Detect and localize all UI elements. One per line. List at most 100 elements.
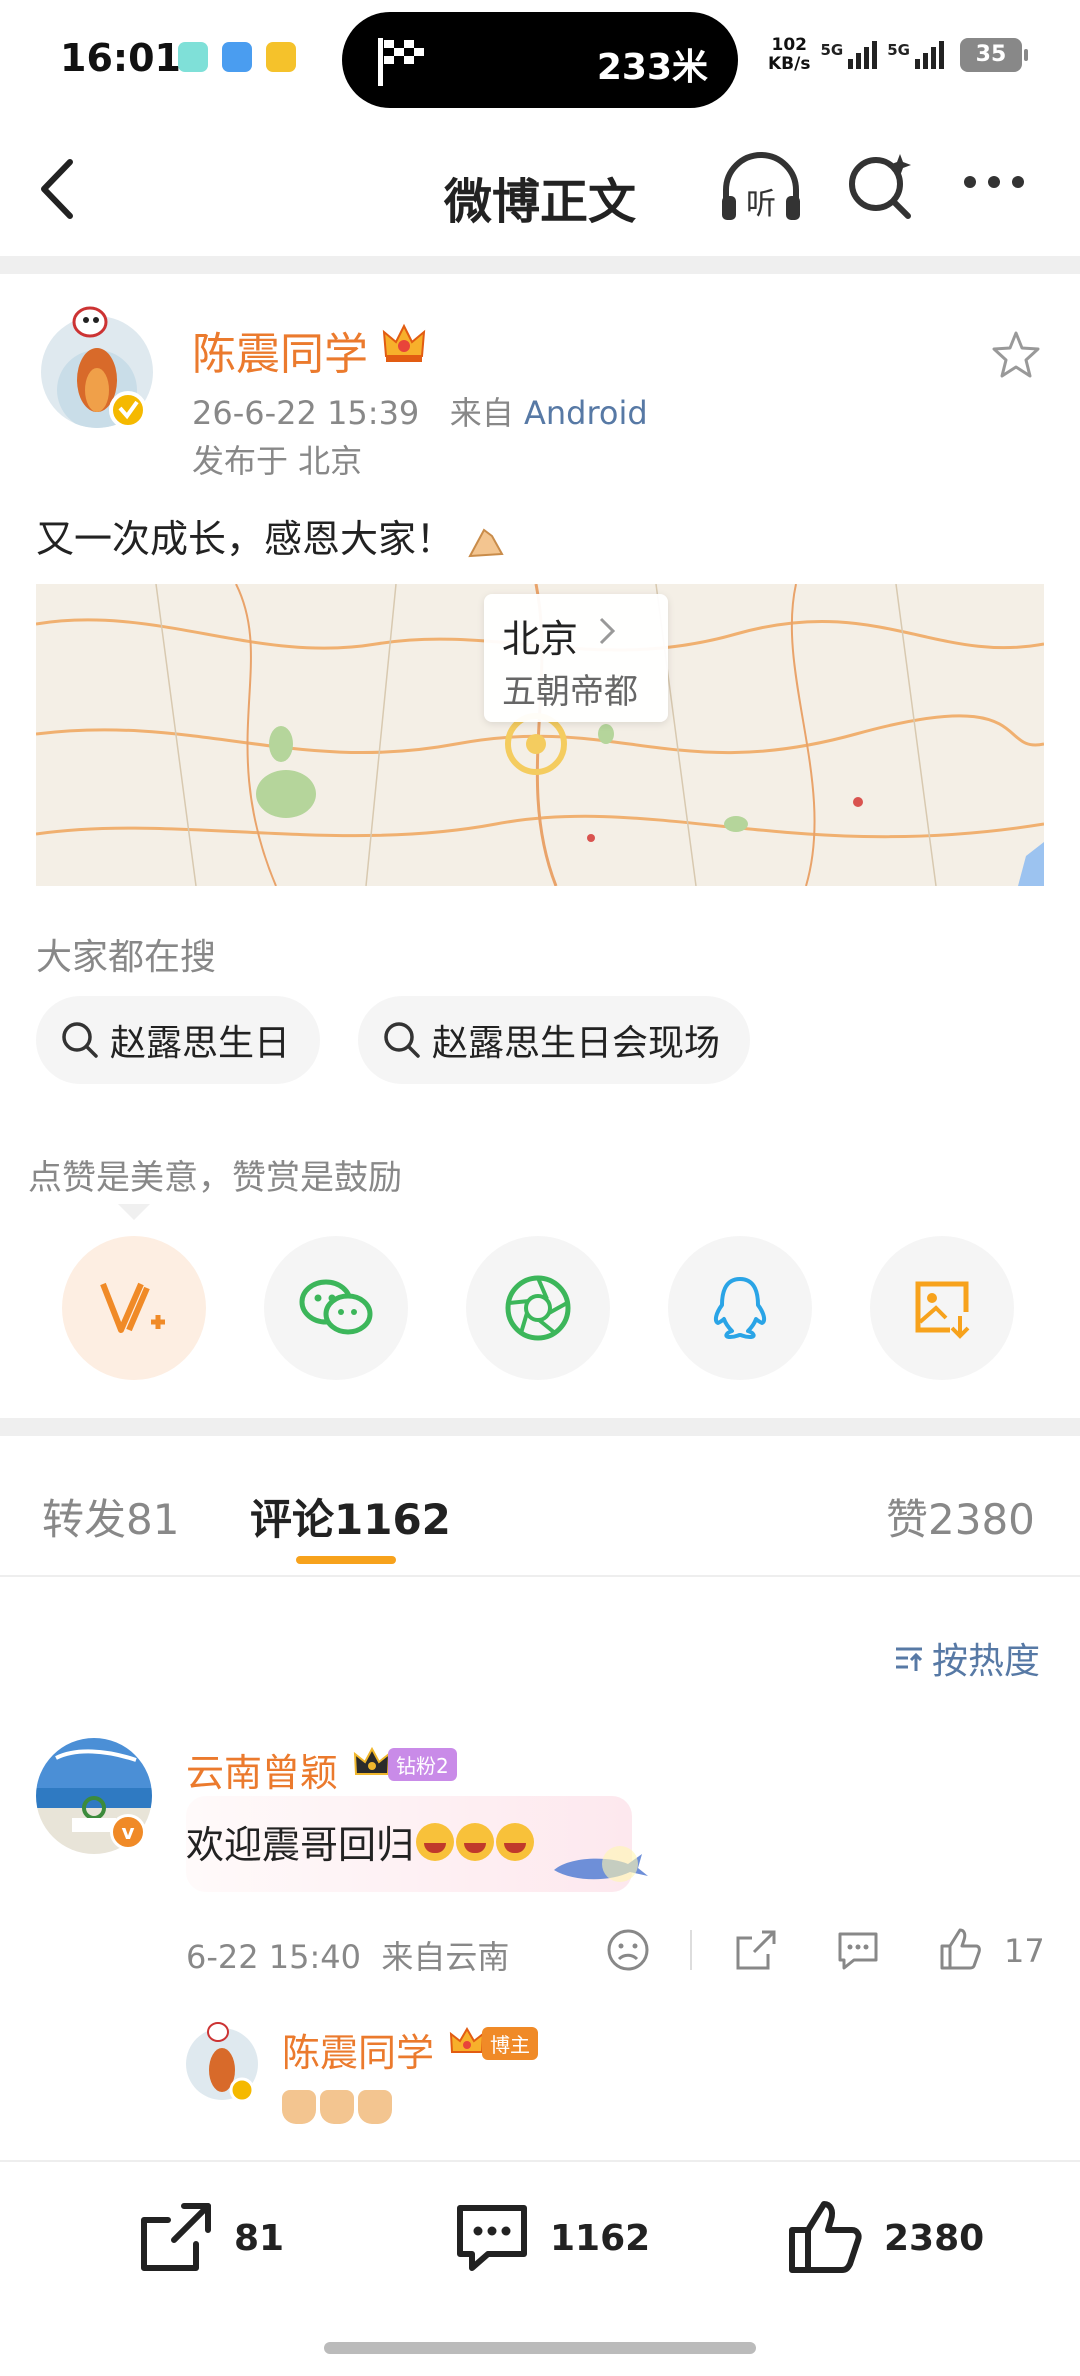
reward-tip: 点赞是美意，赞赏是鼓励 bbox=[28, 1158, 402, 1198]
more-options-icon[interactable] bbox=[964, 176, 1024, 188]
listen-headphone-icon[interactable]: 听 bbox=[718, 148, 804, 228]
tab-repost[interactable]: 转发81 bbox=[42, 1486, 179, 1547]
favorite-star-icon[interactable] bbox=[990, 330, 1042, 380]
dislike-face-icon[interactable] bbox=[604, 1926, 652, 1974]
search-icon[interactable] bbox=[846, 150, 916, 222]
tab-comment-count: 1162 bbox=[334, 1495, 451, 1544]
tip-arrow bbox=[118, 1204, 150, 1220]
tab-comment-label: 评论 bbox=[250, 1495, 335, 1544]
pray-hands-emoji-icon bbox=[320, 2090, 354, 2124]
sim2-label: 5G bbox=[887, 41, 910, 59]
share-qq-button[interactable] bbox=[668, 1236, 812, 1380]
tab-active-indicator bbox=[296, 1556, 396, 1564]
commenter-name[interactable]: 云南曾颖 bbox=[186, 1742, 338, 1797]
comment-meta: 6-22 15:40 来自云南 bbox=[186, 1932, 509, 1978]
action-separator bbox=[690, 1930, 692, 1970]
share-icon[interactable] bbox=[732, 1926, 780, 1974]
blogger-badge: 博主 bbox=[448, 2026, 538, 2060]
dynamic-island[interactable]: 233米 bbox=[342, 12, 738, 108]
map-city: 北京 bbox=[502, 617, 579, 661]
sort-by-hot-button[interactable]: 按热度 bbox=[892, 1632, 1040, 1684]
search-icon bbox=[62, 1022, 98, 1058]
fan-level-badge[interactable]: 钻粉2 bbox=[352, 1746, 457, 1782]
comment-icon[interactable] bbox=[834, 1926, 882, 1974]
hot-search-chip[interactable]: 赵露思生日会现场 bbox=[358, 996, 751, 1084]
like-thumb-icon[interactable] bbox=[936, 1926, 984, 1974]
reward-v-plus-icon bbox=[100, 1282, 165, 1333]
search-icon bbox=[384, 1022, 420, 1058]
comment-icon bbox=[457, 2205, 527, 2271]
pray-hands-emoji-icon bbox=[358, 2090, 392, 2124]
qq-penguin-icon bbox=[713, 1277, 767, 1339]
reward-button[interactable] bbox=[62, 1236, 206, 1380]
app-notification-icon bbox=[266, 42, 296, 72]
comment-count: 1162 bbox=[550, 2217, 651, 2259]
like-button[interactable]: 2380 bbox=[786, 2200, 984, 2276]
like-thumb-icon bbox=[789, 2201, 862, 2273]
crown-icon bbox=[353, 1746, 391, 1775]
status-indicators: 102 KB/s 5G 5G 35 bbox=[768, 36, 1028, 74]
signal-icon: 5G bbox=[887, 41, 944, 69]
section-divider bbox=[0, 256, 1080, 274]
hot-search-chip[interactable]: 赵露思生日 bbox=[36, 996, 321, 1084]
signal-icon: 5G bbox=[820, 41, 878, 69]
app-notification-icon bbox=[222, 42, 252, 72]
navigation-distance: 233米 bbox=[596, 47, 708, 88]
comment-location: 来自云南 bbox=[381, 1938, 510, 1976]
post-time: 26-6-22 15:39 bbox=[192, 394, 420, 432]
hot-search-chip-label: 赵露思生日 bbox=[110, 1023, 291, 1064]
app-notification-icon bbox=[178, 42, 208, 72]
comment-time: 6-22 15:40 bbox=[186, 1938, 362, 1976]
tab-comment[interactable]: 评论1162 bbox=[250, 1486, 451, 1547]
location-map[interactable]: 北京 五朝帝都 bbox=[36, 584, 1044, 886]
map-city-popup[interactable]: 北京 五朝帝都 bbox=[484, 594, 668, 722]
verified-badge-icon: v bbox=[110, 1814, 146, 1850]
save-image-button[interactable] bbox=[870, 1236, 1014, 1380]
comment-text: 欢迎震哥回归 bbox=[186, 1814, 535, 1869]
reply-author-avatar[interactable] bbox=[184, 2018, 260, 2106]
section-divider bbox=[0, 1418, 1080, 1436]
sort-label: 按热度 bbox=[932, 1641, 1041, 1682]
listen-label: 听 bbox=[746, 187, 776, 222]
tab-like[interactable]: 赞2380 bbox=[886, 1486, 1035, 1547]
post-content-text: 又一次成长，感恩大家！ bbox=[36, 517, 455, 561]
comment-text-content: 欢迎震哥回归 bbox=[186, 1823, 415, 1867]
reply-text bbox=[282, 2090, 392, 2124]
laughing-emoji-icon bbox=[456, 1822, 495, 1861]
share-moments-button[interactable] bbox=[466, 1236, 610, 1380]
repost-share-icon bbox=[141, 2203, 211, 2271]
save-image-icon bbox=[915, 1281, 970, 1339]
battery-icon: 35 bbox=[959, 38, 1028, 72]
checkered-flag-icon bbox=[378, 38, 424, 86]
status-time: 16:01 bbox=[60, 36, 181, 80]
comment-button[interactable]: 1162 bbox=[452, 2200, 650, 2276]
post-source-prefix: 来自 bbox=[449, 394, 514, 432]
tab-repost-count: 81 bbox=[126, 1495, 180, 1544]
tab-repost-label: 转发 bbox=[42, 1495, 127, 1544]
reply-author-name[interactable]: 陈震同学 bbox=[282, 2022, 434, 2077]
bottom-bar-divider bbox=[0, 2160, 1080, 2162]
author-name[interactable]: 陈震同学 bbox=[192, 318, 368, 382]
crown-vip-icon bbox=[382, 323, 426, 362]
repost-button[interactable]: 81 bbox=[136, 2200, 284, 2276]
fan-level-label: 钻粉2 bbox=[388, 1747, 457, 1781]
map-city-subtitle: 五朝帝都 bbox=[502, 672, 638, 712]
share-wechat-button[interactable] bbox=[264, 1236, 408, 1380]
like-count: 2380 bbox=[884, 2217, 985, 2259]
sim1-label: 5G bbox=[820, 41, 844, 59]
tabs-divider bbox=[0, 1575, 1080, 1577]
pray-hands-emoji-icon bbox=[282, 2090, 316, 2124]
status-bar: 16:01 233米 102 KB/s 5G 5G 35 bbox=[0, 0, 1080, 120]
notification-icons bbox=[178, 42, 296, 72]
net-speed-unit: KB/s bbox=[768, 54, 811, 74]
moments-aperture-icon bbox=[505, 1275, 571, 1341]
tab-like-label: 赞 bbox=[886, 1495, 929, 1544]
home-indicator[interactable] bbox=[324, 2342, 756, 2354]
author-avatar[interactable] bbox=[38, 300, 156, 432]
post-source[interactable]: Android bbox=[524, 394, 648, 432]
laughing-emoji-icon bbox=[496, 1822, 535, 1861]
comment-like-count: 17 bbox=[1004, 1932, 1045, 1970]
crown-vip-icon bbox=[449, 2027, 485, 2053]
post-content: 又一次成长，感恩大家！ bbox=[36, 508, 506, 563]
whale-decoration-icon bbox=[554, 1846, 648, 1882]
